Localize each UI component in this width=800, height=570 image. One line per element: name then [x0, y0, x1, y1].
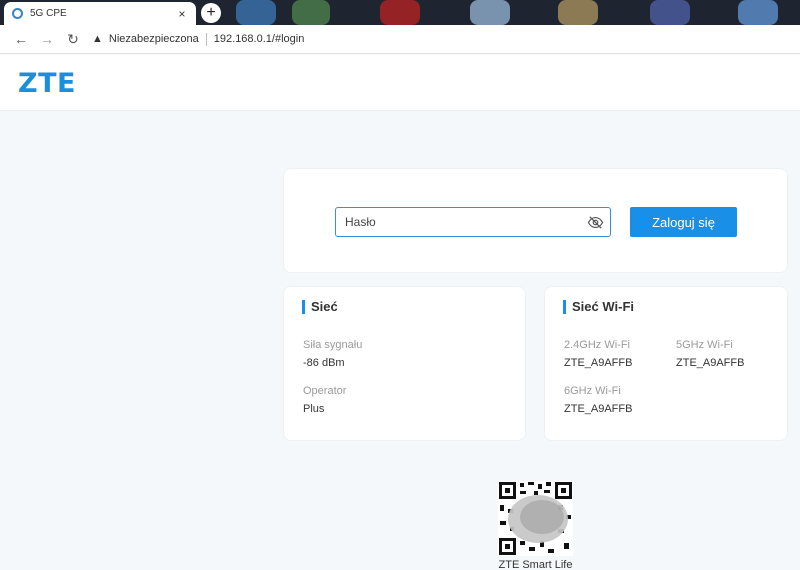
field-label: Operator [303, 385, 347, 397]
browser-tab-strip: 5G CPE × + [0, 0, 800, 25]
zte-logo: ZTE [18, 68, 76, 99]
network-card-title: Sieć [302, 300, 338, 314]
field-label: 2.4GHz Wi-Fi [564, 339, 630, 351]
warning-icon: ▲ [92, 33, 103, 45]
close-icon[interactable]: × [176, 7, 188, 21]
qr-code-label: ZTE Smart Life [498, 559, 573, 570]
url-field[interactable]: 192.168.0.1/#login [214, 33, 305, 45]
wifi-6ghz-field: 6GHz Wi-Fi ZTE_A9AFFB [564, 385, 632, 415]
field-label: Siła sygnału [303, 339, 363, 351]
background-blob [650, 0, 690, 25]
operator-field: Operator Plus [303, 385, 346, 415]
browser-tab[interactable]: 5G CPE × [4, 2, 196, 25]
background-blob [738, 0, 778, 25]
reload-icon[interactable]: ↻ [60, 31, 86, 48]
qr-code [498, 481, 573, 556]
background-blob [292, 0, 330, 25]
field-value: ZTE_A9AFFB [564, 357, 633, 369]
forward-icon[interactable]: → [34, 31, 60, 47]
security-indicator[interactable]: ▲ Niezabezpieczona [92, 33, 199, 45]
password-field[interactable] [335, 207, 611, 237]
field-label: 6GHz Wi-Fi [564, 385, 621, 397]
address-bar: ← → ↻ ▲ Niezabezpieczona 192.168.0.1/#lo… [0, 25, 800, 54]
wifi-5ghz-field: 5GHz Wi-Fi ZTE_A9AFFB [676, 339, 744, 369]
background-blob [470, 0, 510, 25]
field-value: Plus [303, 403, 325, 415]
field-value: ZTE_A9AFFB [564, 403, 633, 415]
wifi-card: Sieć Wi-Fi 2.4GHz Wi-Fi ZTE_A9AFFB 5GHz … [544, 286, 788, 441]
login-card: Zaloguj się [283, 168, 788, 273]
tab-title: 5G CPE [30, 8, 67, 19]
background-blob [380, 0, 420, 25]
background-blob [558, 0, 598, 25]
back-icon[interactable]: ← [8, 31, 34, 47]
new-tab-button[interactable]: + [201, 3, 221, 23]
eye-off-icon[interactable] [587, 214, 604, 231]
wifi-24ghz-field: 2.4GHz Wi-Fi ZTE_A9AFFB [564, 339, 632, 369]
field-value: -86 dBm [303, 357, 345, 369]
security-warning-text: Niezabezpieczona [108, 33, 199, 45]
field-label: 5GHz Wi-Fi [676, 339, 733, 351]
password-input[interactable] [336, 208, 576, 236]
favicon-icon [12, 8, 23, 19]
signal-strength-field: Siła sygnału -86 dBm [303, 339, 362, 369]
wifi-card-title: Sieć Wi-Fi [563, 300, 634, 314]
login-button[interactable]: Zaloguj się [630, 207, 737, 237]
field-value: ZTE_A9AFFB [676, 357, 745, 369]
page-header: ZTE [0, 55, 800, 111]
divider [205, 32, 207, 46]
network-card: Sieć Siła sygnału -86 dBm Operator Plus [283, 286, 526, 441]
background-blob [236, 0, 276, 25]
